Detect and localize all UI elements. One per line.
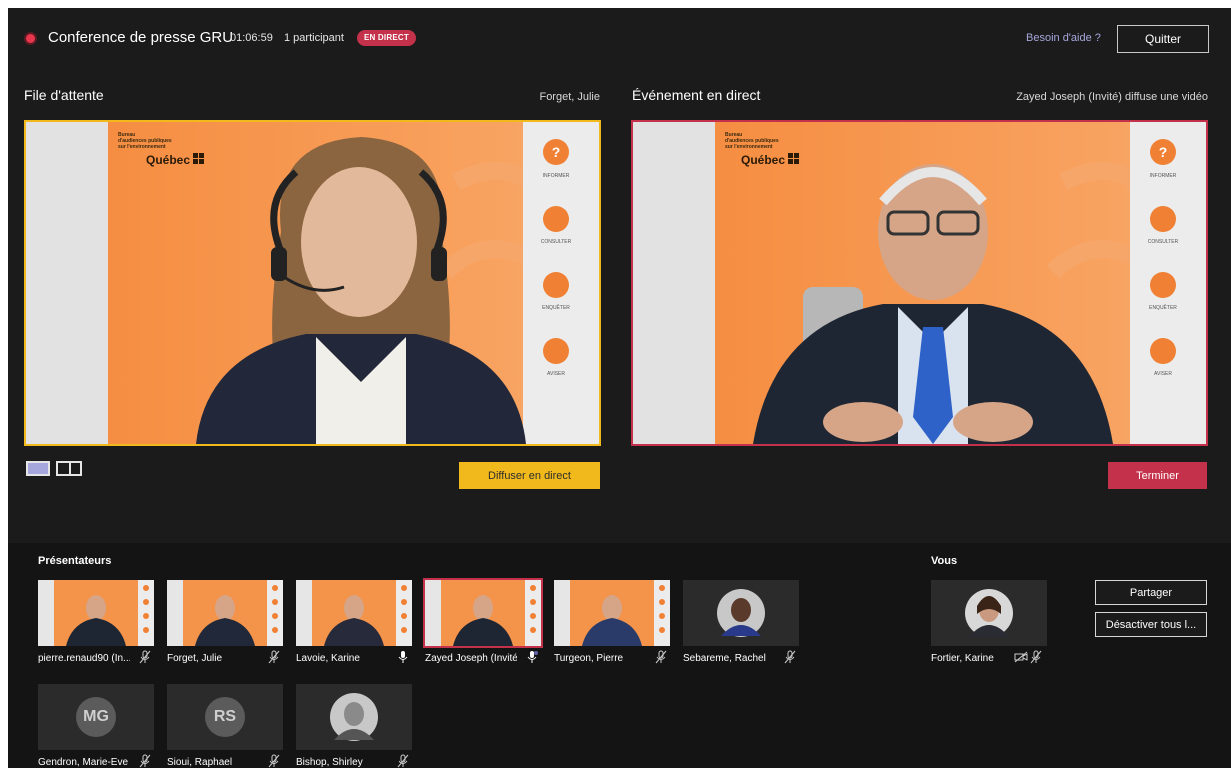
live-badge: EN DIRECT	[357, 30, 416, 46]
you-heading: Vous	[931, 555, 958, 567]
slide-org-line3: sur l'environnement	[118, 144, 166, 150]
queue-video-feed: ? INFORMER CONSULTER ENQUÊTER AVISER Bur…	[26, 122, 599, 444]
presenter-avatar	[683, 580, 799, 646]
self-name: Fortier, Karine	[931, 653, 994, 664]
live-slide-menu-aviser: AVISER	[1154, 371, 1172, 377]
presenter-name: Sebareme, Rachel	[683, 653, 766, 664]
slide-menu-informer: INFORMER	[543, 173, 570, 179]
presenter-name: Forget, Julie	[167, 653, 223, 664]
presenter-initials: RS	[205, 697, 245, 737]
presenter-video-feed	[38, 580, 154, 646]
slide-quebec-logo: Québec	[146, 153, 190, 167]
top-bar: Conference de presse GRU 01:06:59 1 part…	[8, 8, 1231, 68]
presenter-tile[interactable]	[167, 580, 283, 646]
mic-muted-icon[interactable]	[783, 650, 797, 664]
quit-button[interactable]: Quitter	[1117, 25, 1209, 53]
presenter-video-feed	[167, 580, 283, 646]
self-video-tile[interactable]	[931, 580, 1047, 646]
mic-muted-icon[interactable]	[267, 650, 281, 664]
presenter-video-feed	[554, 580, 670, 646]
presenter-initials: MG	[76, 697, 116, 737]
presenter-name: Zayed Joseph (Invité)	[425, 653, 517, 664]
layout-split-toggle[interactable]	[56, 461, 82, 476]
live-status-text: Zayed Joseph (Invité) diffuse une vidéo	[1016, 91, 1208, 103]
presenter-tile[interactable]	[423, 578, 543, 648]
svg-text:?: ?	[1159, 144, 1168, 160]
event-title: Conference de presse GRU	[48, 29, 234, 46]
share-button[interactable]: Partager	[1095, 580, 1207, 605]
mic-muted-icon[interactable]	[654, 650, 668, 664]
live-video-feed: ? INFORMER CONSULTER ENQUÊTER AVISER Bur…	[633, 122, 1206, 444]
presenter-tile[interactable]	[683, 580, 799, 646]
presenters-heading: Présentateurs	[38, 555, 112, 567]
presenter-name: Bishop, Shirley	[296, 757, 363, 768]
slide-menu-consulter: CONSULTER	[541, 239, 572, 245]
self-video-feed	[931, 580, 1047, 646]
presenter-tile[interactable]	[38, 580, 154, 646]
live-video-stage[interactable]: ? INFORMER CONSULTER ENQUÊTER AVISER Bur…	[631, 120, 1208, 446]
queue-video-stage[interactable]: ? INFORMER CONSULTER ENQUÊTER AVISER Bur…	[24, 120, 601, 446]
queue-panel-title: File d'attente	[24, 87, 104, 103]
mic-on-icon[interactable]	[396, 650, 410, 664]
live-slide-org-line3: sur l'environnement	[725, 144, 773, 150]
mic-muted-icon[interactable]	[396, 754, 410, 768]
slide-menu-enqueter: ENQUÊTER	[542, 303, 570, 311]
mic-muted-icon[interactable]	[267, 754, 281, 768]
presenter-video-feed	[296, 580, 412, 646]
live-slide-menu-informer: INFORMER	[1150, 173, 1177, 179]
window-frame-top	[0, 0, 1231, 8]
end-event-button[interactable]: Terminer	[1108, 462, 1207, 489]
self-mic-muted-icon[interactable]	[1029, 650, 1043, 664]
live-slide-menu-enqueter: ENQUÊTER	[1149, 303, 1177, 311]
presenter-name: Turgeon, Pierre	[554, 653, 624, 664]
presenter-tile[interactable]	[296, 684, 412, 750]
presenter-name: Lavoie, Karine	[296, 653, 360, 664]
recording-dot-icon	[26, 34, 35, 43]
live-slide-menu-consulter: CONSULTER	[1148, 239, 1179, 245]
participant-count: 1 participant	[284, 32, 344, 44]
mic-speaking-icon[interactable]	[525, 650, 539, 664]
presenter-name: pierre.renaud90 (In...	[38, 653, 130, 664]
slide-menu-aviser: AVISER	[547, 371, 565, 377]
camera-off-icon[interactable]	[1014, 650, 1028, 664]
event-timer: 01:06:59	[230, 32, 273, 44]
mic-muted-icon[interactable]	[138, 754, 152, 768]
presenter-video-feed	[425, 580, 541, 646]
presenter-name: Gendron, Marie-Eve	[38, 757, 129, 768]
presenter-avatar	[296, 684, 412, 750]
live-slide-quebec-logo: Québec	[741, 153, 785, 167]
svg-text:?: ?	[552, 144, 561, 160]
window-frame-left	[0, 0, 8, 768]
queue-presenter-name: Forget, Julie	[539, 91, 600, 103]
presenter-tile[interactable]	[554, 580, 670, 646]
live-panel-title: Événement en direct	[632, 87, 761, 103]
mute-all-button[interactable]: Désactiver tous l...	[1095, 612, 1207, 637]
mic-muted-icon[interactable]	[138, 650, 152, 664]
help-link[interactable]: Besoin d'aide ?	[1026, 32, 1101, 44]
presenter-tile[interactable]: RS	[167, 684, 283, 750]
presenter-tile[interactable]: MG	[38, 684, 154, 750]
presenter-tile[interactable]	[296, 580, 412, 646]
broadcast-live-button[interactable]: Diffuser en direct	[459, 462, 600, 489]
layout-single-toggle[interactable]	[26, 461, 50, 476]
presenter-name: Sioui, Raphael	[167, 757, 233, 768]
